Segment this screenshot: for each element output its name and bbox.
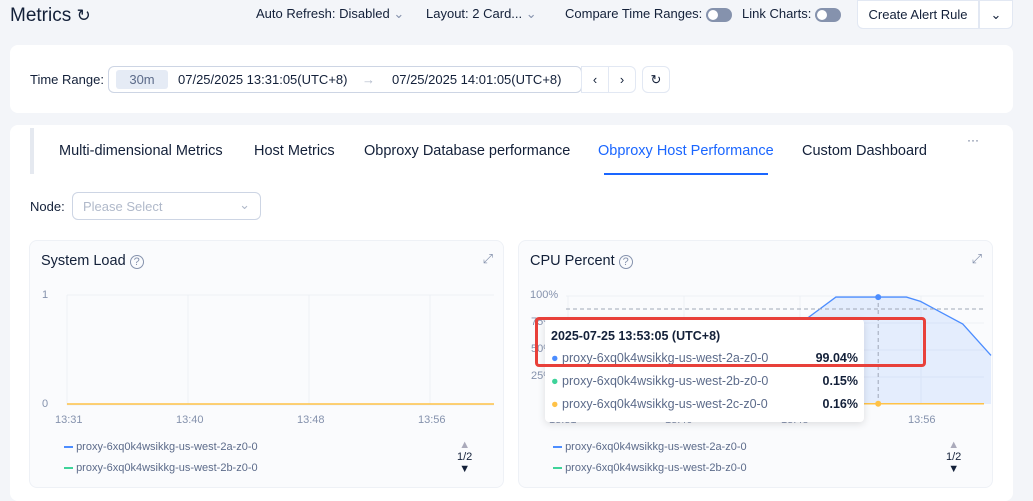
tooltip-row: ● proxy-6xq0k4wsikkg-us-west-2b-z0-0 0.15… [551,374,858,388]
pager-text: 1/2 [946,451,962,463]
tab-host-metrics[interactable]: Host Metrics [254,143,335,159]
create-alert-dropdown-button[interactable]: ⌄ [979,0,1013,29]
legend-item[interactable]: proxy-6xq0k4wsikkg-us-west-2b-z0-0 [553,462,747,474]
chevron-left-icon: ‹ [592,72,598,87]
y-tick: 100% [530,289,559,301]
refresh-range-button[interactable]: ↻ [642,66,670,93]
page-title: Metrics ↻ [10,5,91,27]
start-time[interactable]: 07/25/2025 13:31:05(UTC+8) [178,72,347,87]
title-text: Metrics [10,5,72,26]
dot-icon: ● [551,374,559,388]
cpu-percent-panel: CPU Percent ? ⤢ 100% 75% 50% 25% 13:31 1… [518,240,993,488]
tab-obproxy-host-performance[interactable]: Obproxy Host Performance [598,143,774,159]
legend-label: proxy-6xq0k4wsikkg-us-west-2b-z0-0 [565,462,747,474]
y-tick: 1 [42,289,49,301]
tooltip-value: 0.15% [822,374,858,388]
arrow-right-icon: → [362,72,375,87]
compare-label: Compare Time Ranges: [565,6,703,21]
link-toggle[interactable] [815,7,841,22]
end-time[interactable]: 07/25/2025 14:01:05(UTC+8) [392,72,561,87]
chevron-down-icon: ⌄ [525,6,537,21]
legend-item[interactable]: proxy-6xq0k4wsikkg-us-west-2b-z0-0 [64,462,258,474]
link-label: Link Charts: [742,6,812,21]
chevron-down-icon: ⌄ [990,6,1002,22]
pager-down-icon[interactable]: ▼ [457,463,472,475]
quick-range[interactable]: 30m [116,70,168,89]
refresh-icon[interactable]: ↻ [77,6,91,25]
pager-up-icon[interactable]: ▲ [457,439,472,451]
x-tick: 13:31 [55,414,83,426]
chevron-right-icon: › [619,72,625,87]
tab-obproxy-database-performance[interactable]: Obproxy Database performance [364,143,570,159]
dot-icon: ● [551,397,559,411]
tab-multi-dimensional-metrics[interactable]: Multi-dimensional Metrics [59,143,223,159]
active-tab-indicator [604,173,768,175]
tooltip-value: 0.16% [822,397,858,411]
legend-item[interactable]: proxy-6xq0k4wsikkg-us-west-2a-z0-0 [64,441,258,453]
layout-label: Layout: [426,6,469,21]
legend-label: proxy-6xq0k4wsikkg-us-west-2b-z0-0 [76,462,258,474]
compare-toggle[interactable] [705,7,732,22]
chevron-down-icon: ⌄ [393,6,405,21]
legend-swatch [64,446,73,449]
tooltip-series: proxy-6xq0k4wsikkg-us-west-2c-z0-0 [562,397,768,411]
pager-text: 1/2 [457,451,473,463]
layout-value: 2 Card... [472,6,523,21]
previous-range-button[interactable]: ‹ [581,66,609,93]
data-point [875,400,882,407]
x-tick: 13:56 [418,414,446,426]
legend-label: proxy-6xq0k4wsikkg-us-west-2a-z0-0 [76,441,258,453]
tooltip-row: ● proxy-6xq0k4wsikkg-us-west-2c-z0-0 0.16… [551,397,858,411]
more-tabs-icon[interactable]: ··· [967,133,979,147]
x-tick: 13:48 [297,414,325,426]
tab-custom-dashboard[interactable]: Custom Dashboard [802,143,927,159]
tab-scroll-shadow [30,128,34,174]
legend-item[interactable]: proxy-6xq0k4wsikkg-us-west-2a-z0-0 [553,441,747,453]
legend-swatch [64,467,73,470]
pager-up-icon[interactable]: ▲ [946,439,961,451]
x-tick: 13:56 [908,414,936,426]
time-range-label: Time Range: [30,72,104,87]
node-label: Node: [30,199,65,214]
pager-down-icon[interactable]: ▼ [946,463,961,475]
auto-refresh-select[interactable]: Auto Refresh: Disabled ⌄ [256,6,404,22]
layout-select[interactable]: Layout: 2 Card... ⌄ [426,6,537,22]
legend-label: proxy-6xq0k4wsikkg-us-west-2a-z0-0 [565,441,747,453]
legend-pager: ▲ 1/2 ▼ [457,439,472,475]
time-range-picker[interactable]: 30m 07/25/2025 13:31:05(UTC+8) → 07/25/2… [108,66,582,93]
node-placeholder: Please Select [83,199,163,214]
node-select[interactable]: Please Select ⌄ [72,192,261,220]
y-tick: 0 [42,398,49,410]
create-alert-rule-button[interactable]: Create Alert Rule [857,0,979,29]
data-point [875,294,882,301]
next-range-button[interactable]: › [608,66,636,93]
auto-refresh-label: Auto Refresh: [256,6,336,21]
system-load-panel: System Load ? ⤢ 1 0 13:31 13:40 13:48 13… [29,240,504,488]
chevron-down-icon: ⌄ [239,197,250,212]
tooltip-series: proxy-6xq0k4wsikkg-us-west-2b-z0-0 [562,374,769,388]
legend-swatch [553,446,562,449]
link-charts: Link Charts: [742,6,841,22]
legend-swatch [553,467,562,470]
auto-refresh-value: Disabled [339,6,390,21]
highlight-box [535,317,926,367]
compare-time-ranges: Compare Time Ranges: [565,6,732,22]
refresh-icon: ↻ [650,71,662,87]
x-tick: 13:40 [176,414,204,426]
legend-pager: ▲ 1/2 ▼ [946,439,961,475]
